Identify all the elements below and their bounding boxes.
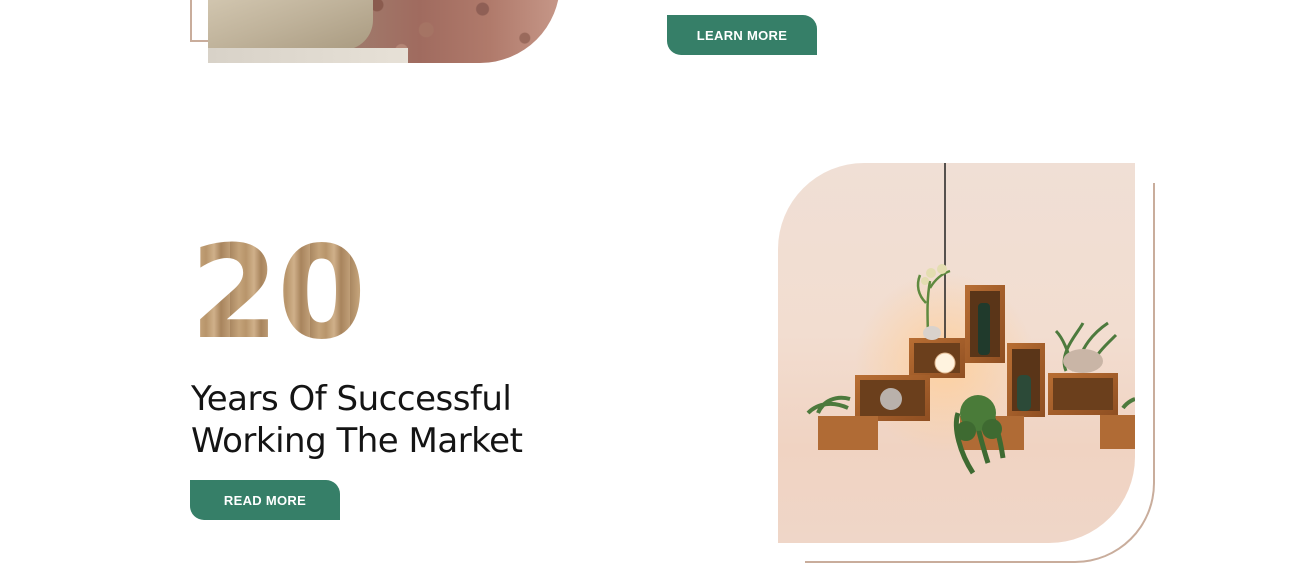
sofa-shape [208, 0, 373, 50]
years-number: 20 [190, 224, 390, 364]
stats-headline: Years Of Successful Working The Market [191, 378, 611, 462]
floor-shape [208, 48, 408, 63]
wall-shelves-image [778, 163, 1135, 543]
read-more-button[interactable]: READ MORE [190, 480, 340, 520]
learn-more-button[interactable]: LEARN MORE [667, 15, 817, 55]
top-living-room-image [208, 0, 560, 63]
shelves-illustration [806, 163, 1135, 475]
headline-line-2: Working The Market [191, 421, 523, 461]
top-image-frame [190, 0, 210, 42]
headline-line-1: Years Of Successful [191, 379, 512, 419]
